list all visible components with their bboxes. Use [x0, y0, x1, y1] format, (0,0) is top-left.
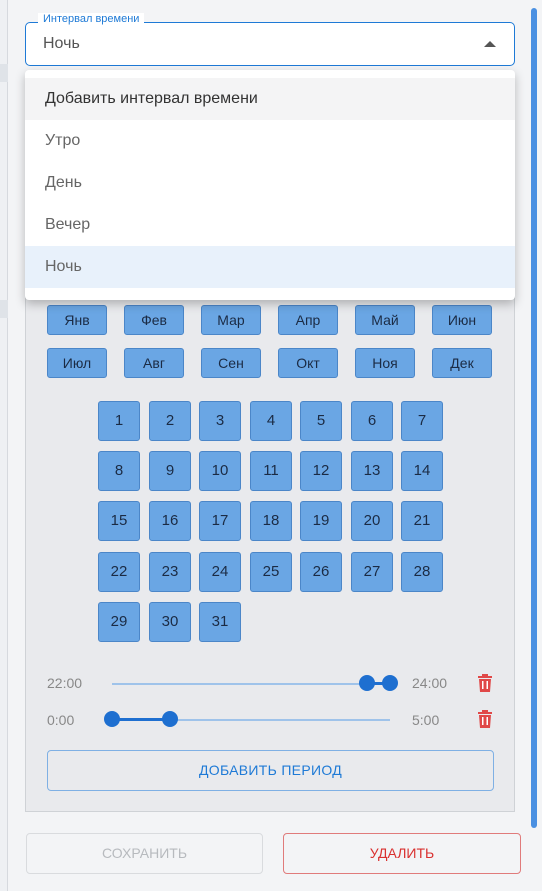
- scrollbar[interactable]: [528, 0, 542, 891]
- day-chip[interactable]: 28: [401, 552, 443, 592]
- day-chip[interactable]: 16: [149, 501, 191, 541]
- month-chip[interactable]: Авг: [124, 348, 184, 378]
- menu-item-night[interactable]: Ночь: [25, 246, 515, 288]
- day-chip[interactable]: 21: [401, 501, 443, 541]
- day-chip[interactable]: 30: [149, 602, 191, 642]
- caret-up-icon[interactable]: [484, 41, 496, 47]
- slider-thumb-start[interactable]: [104, 711, 120, 727]
- month-chip[interactable]: Окт: [278, 348, 338, 378]
- day-chip[interactable]: 24: [199, 552, 241, 592]
- month-chip[interactable]: Сен: [201, 348, 261, 378]
- day-chip[interactable]: 20: [351, 501, 393, 541]
- day-chip[interactable]: 27: [351, 552, 393, 592]
- trash-icon[interactable]: [477, 674, 493, 692]
- month-chip[interactable]: Ноя: [355, 348, 415, 378]
- day-chip[interactable]: 7: [401, 401, 443, 441]
- select-legend: Интервал времени: [38, 13, 145, 25]
- day-chip[interactable]: 25: [250, 552, 292, 592]
- day-chip[interactable]: 10: [199, 451, 241, 491]
- month-chip[interactable]: Июл: [47, 348, 107, 378]
- background-page-edge: [0, 0, 8, 891]
- slider-thumb-end[interactable]: [382, 675, 398, 691]
- day-chip[interactable]: 1: [98, 401, 140, 441]
- day-chip[interactable]: 14: [401, 451, 443, 491]
- month-chip[interactable]: Май: [355, 305, 415, 335]
- month-chip[interactable]: Янв: [47, 305, 107, 335]
- month-chip[interactable]: Апр: [278, 305, 338, 335]
- day-chip[interactable]: 8: [98, 451, 140, 491]
- month-chip[interactable]: Мар: [201, 305, 261, 335]
- edge-stripe: [0, 300, 8, 318]
- select-value: Ночь: [43, 35, 80, 52]
- menu-item-add-interval[interactable]: Добавить интервал времени: [25, 78, 515, 120]
- period-start-label: 22:00: [47, 675, 83, 691]
- day-chip[interactable]: 4: [250, 401, 292, 441]
- slider-thumb-start[interactable]: [359, 675, 375, 691]
- add-period-button[interactable]: ДОБАВИТЬ ПЕРИОД: [47, 750, 494, 791]
- time-slider-track[interactable]: [112, 683, 390, 685]
- save-button[interactable]: СОХРАНИТЬ: [26, 833, 263, 874]
- month-chip[interactable]: Фев: [124, 305, 184, 335]
- day-chip[interactable]: 26: [300, 552, 342, 592]
- day-chip[interactable]: 22: [98, 552, 140, 592]
- period-end-label: 5:00: [412, 712, 440, 728]
- menu-item-evening[interactable]: Вечер: [25, 204, 515, 246]
- day-chip[interactable]: 17: [199, 501, 241, 541]
- day-chip[interactable]: 9: [149, 451, 191, 491]
- day-chip[interactable]: 23: [149, 552, 191, 592]
- period-start-label: 0:00: [47, 712, 75, 728]
- slider-thumb-end[interactable]: [162, 711, 178, 727]
- day-chip[interactable]: 29: [98, 602, 140, 642]
- delete-button[interactable]: УДАЛИТЬ: [283, 833, 521, 874]
- day-chip[interactable]: 11: [250, 451, 292, 491]
- day-chip[interactable]: 19: [300, 501, 342, 541]
- menu-item-morning[interactable]: Утро: [25, 120, 515, 162]
- day-chip[interactable]: 12: [300, 451, 342, 491]
- day-chip[interactable]: 5: [300, 401, 342, 441]
- day-chip[interactable]: 18: [250, 501, 292, 541]
- menu-item-day[interactable]: День: [25, 162, 515, 204]
- scrollbar-thumb[interactable]: [531, 8, 537, 828]
- day-chip[interactable]: 2: [149, 401, 191, 441]
- time-interval-select[interactable]: Интервал времени Ночь: [25, 13, 515, 66]
- day-chip[interactable]: 3: [199, 401, 241, 441]
- interval-dropdown-menu: Добавить интервал времени Утро День Вече…: [25, 70, 515, 300]
- trash-icon[interactable]: [477, 710, 493, 728]
- day-chip[interactable]: 13: [351, 451, 393, 491]
- day-chip[interactable]: 15: [98, 501, 140, 541]
- period-end-label: 24:00: [412, 675, 448, 691]
- day-chip[interactable]: 31: [199, 602, 241, 642]
- edge-stripe: [0, 64, 8, 82]
- month-chip[interactable]: Дек: [432, 348, 492, 378]
- month-chip[interactable]: Июн: [432, 305, 492, 335]
- day-chip[interactable]: 6: [351, 401, 393, 441]
